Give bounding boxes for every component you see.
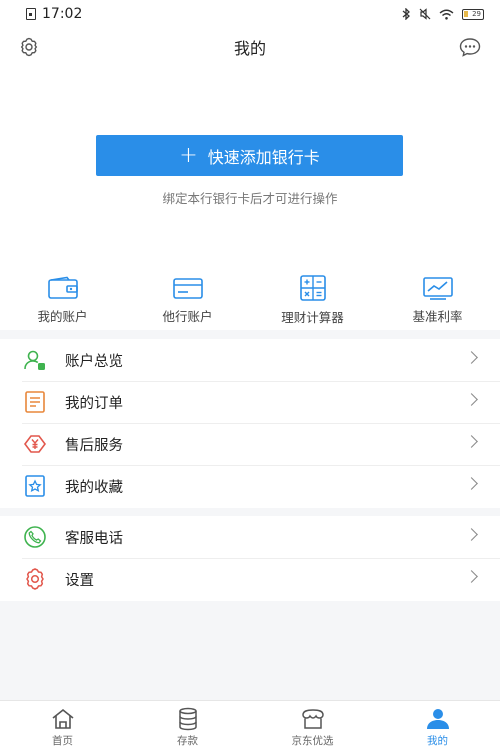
user-overview-icon (22, 347, 48, 373)
chevron-right-icon (465, 570, 478, 583)
menu-item-settings[interactable]: 设置 (0, 558, 500, 600)
menu-item-label: 账户总览 (65, 353, 123, 370)
menu-item-label: 设置 (65, 572, 94, 589)
chevron-right-icon (465, 435, 478, 448)
message-icon[interactable] (458, 36, 482, 62)
menu-item-label: 售后服务 (65, 437, 123, 454)
home-icon (50, 707, 76, 731)
menu-group-account: 账户总览 我的订单 售后服务 我的收藏 (0, 339, 500, 508)
calculator-icon (296, 275, 330, 301)
nav-item-mine[interactable]: 我的 (375, 701, 500, 750)
menu-group-service: 客服电话 设置 (0, 516, 500, 601)
page-header: 我的 (0, 32, 500, 62)
profile-icon (425, 707, 451, 731)
quick-entries: 我的账户 他行账户 理财计算器 基准利率 (0, 275, 500, 325)
wallet-icon (46, 275, 80, 300)
quick-entry-my-account[interactable]: 我的账户 (0, 275, 125, 325)
bottom-nav: 首页 存款 京东优选 我的 (0, 700, 500, 750)
battery-icon: 29 (462, 8, 484, 20)
mute-icon (419, 8, 431, 20)
settings-gear-icon (22, 566, 48, 592)
wifi-icon (439, 9, 454, 20)
menu-item-customer-service[interactable]: 客服电话 (0, 516, 500, 558)
battery-level: 29 (472, 10, 481, 18)
nav-label: 首页 (52, 735, 73, 747)
menu-item-label: 客服电话 (65, 530, 123, 547)
quick-entry-benchmark-rate[interactable]: 基准利率 (375, 275, 500, 325)
bank-card-icon (171, 275, 205, 300)
status-left: 17:02 (26, 6, 82, 22)
favorite-star-icon (22, 473, 48, 499)
status-bar: 17:02 29 (0, 0, 500, 28)
trend-chart-icon (421, 275, 455, 300)
quick-entry-calculator[interactable]: 理财计算器 (250, 275, 375, 325)
add-card-hint: 绑定本行银行卡后才可进行操作 (162, 191, 338, 206)
yen-service-icon (22, 431, 48, 457)
status-right: 29 (402, 8, 484, 20)
bluetooth-icon (402, 8, 410, 20)
menu-item-label: 我的收藏 (65, 479, 123, 496)
quick-entry-other-bank-account[interactable]: 他行账户 (125, 275, 250, 325)
chevron-right-icon (465, 477, 478, 490)
menu-item-my-orders[interactable]: 我的订单 (0, 381, 500, 423)
status-time: 17:02 (42, 6, 83, 22)
add-bank-card-button[interactable]: + 快速添加银行卡 (96, 135, 403, 176)
sim-card-icon (26, 8, 36, 20)
battery-fill (464, 10, 468, 17)
deposit-coins-icon (175, 707, 201, 731)
menu-item-after-sales[interactable]: 售后服务 (0, 423, 500, 465)
menu-item-account-overview[interactable]: 账户总览 (0, 339, 500, 381)
page-title: 我的 (233, 39, 266, 58)
plus-icon: + (179, 142, 198, 168)
menu-item-label: 我的订单 (65, 395, 123, 412)
chevron-right-icon (465, 393, 478, 406)
store-icon (300, 707, 326, 731)
nav-label: 京东优选 (291, 735, 334, 747)
quick-entry-label: 理财计算器 (281, 310, 344, 325)
chevron-right-icon (465, 351, 478, 364)
nav-label: 存款 (177, 735, 198, 747)
nav-item-home[interactable]: 首页 (0, 701, 125, 750)
chevron-right-icon (465, 528, 478, 541)
settings-icon[interactable] (18, 36, 40, 62)
add-bank-card-label: 快速添加银行卡 (207, 147, 320, 167)
quick-entry-label: 他行账户 (162, 309, 213, 324)
phone-icon (22, 524, 48, 550)
order-document-icon (22, 389, 48, 415)
quick-entry-label: 我的账户 (37, 309, 88, 324)
quick-entry-label: 基准利率 (412, 309, 463, 324)
nav-item-jd-select[interactable]: 京东优选 (250, 701, 375, 750)
nav-label: 我的 (427, 735, 448, 747)
menu-item-my-favorites[interactable]: 我的收藏 (0, 465, 500, 507)
nav-item-deposit[interactable]: 存款 (125, 701, 250, 750)
